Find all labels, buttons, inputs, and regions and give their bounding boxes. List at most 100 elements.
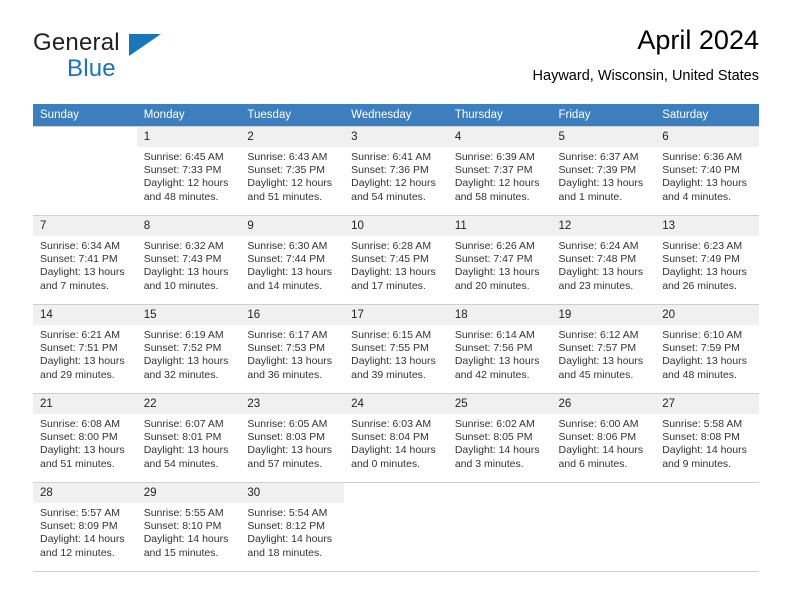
sunset-text: Sunset: 7:57 PM [558,342,637,355]
sunrise-text: Sunrise: 6:07 AM [143,418,224,430]
day-cell[interactable]: 2 Sunrise: 6:43 AM Sunset: 7:35 PM Dayli… [240,126,345,216]
sunrise-text: Sunrise: 6:45 AM [143,151,224,163]
calendar-table: Sunday Monday Tuesday Wednesday Thursday… [33,104,759,572]
day-number: 13 [655,216,759,236]
daylight-text-line1: Daylight: 13 hours [351,355,436,368]
sunrise-text: Sunrise: 6:32 AM [143,240,224,252]
daylight-text-line1: Daylight: 14 hours [662,444,747,457]
day-info: Sunrise: 6:19 AM Sunset: 7:52 PM Dayligh… [137,325,241,382]
day-info: Sunrise: 5:58 AM Sunset: 8:08 PM Dayligh… [655,414,759,471]
sunset-text: Sunset: 8:01 PM [143,431,222,444]
day-cell-empty [655,482,759,572]
weekday-header-friday: Friday [551,104,656,127]
sunset-text: Sunset: 7:36 PM [351,164,429,177]
day-cell[interactable]: 10 Sunrise: 6:28 AM Sunset: 7:45 PM Dayl… [344,215,448,305]
day-number: 30 [240,483,345,503]
day-cell[interactable]: 9 Sunrise: 6:30 AM Sunset: 7:44 PM Dayli… [240,215,345,305]
day-cell[interactable]: 25 Sunrise: 6:02 AM Sunset: 8:05 PM Dayl… [447,393,552,483]
day-number: 1 [136,127,241,147]
daylight-text-line1: Daylight: 13 hours [247,266,333,279]
day-number: 27 [655,394,759,414]
day-cell[interactable]: 22 Sunrise: 6:07 AM Sunset: 8:01 PM Dayl… [136,393,241,483]
sunset-text: Sunset: 7:39 PM [558,164,637,177]
day-number: 24 [344,394,448,414]
sunrise-text: Sunrise: 6:03 AM [351,418,432,430]
sunset-text: Sunset: 8:10 PM [143,520,222,533]
location-subtitle: Hayward, Wisconsin, United States [532,68,759,84]
general-blue-logo[interactable]: General Blue [33,30,263,86]
sunset-text: Sunset: 7:47 PM [454,253,533,266]
day-cell[interactable]: 20 Sunrise: 6:10 AM Sunset: 7:59 PM Dayl… [655,304,759,394]
daylight-text-line1: Daylight: 13 hours [143,444,229,457]
daylight-text-line1: Daylight: 13 hours [247,444,333,457]
daylight-text-line1: Daylight: 12 hours [247,177,333,190]
calendar-grid: Sunday Monday Tuesday Wednesday Thursday… [33,104,759,572]
day-number [655,483,759,503]
day-cell[interactable]: 21 Sunrise: 6:08 AM Sunset: 8:00 PM Dayl… [33,393,137,483]
sunrise-text: Sunrise: 5:55 AM [143,507,224,519]
triangle-icon [129,34,161,56]
sunset-text: Sunset: 7:44 PM [247,253,326,266]
day-cell[interactable]: 5 Sunrise: 6:37 AM Sunset: 7:39 PM Dayli… [551,126,656,216]
day-number: 14 [33,305,137,325]
daylight-text-line2: and 7 minutes. [40,279,109,292]
day-cell[interactable]: 28 Sunrise: 5:57 AM Sunset: 8:09 PM Dayl… [33,482,137,572]
sunset-text: Sunset: 7:35 PM [247,164,326,177]
day-cell[interactable]: 7 Sunrise: 6:34 AM Sunset: 7:41 PM Dayli… [33,215,137,305]
day-cell[interactable]: 17 Sunrise: 6:15 AM Sunset: 7:55 PM Dayl… [344,304,448,394]
sunset-text: Sunset: 7:52 PM [143,342,222,355]
sunset-text: Sunset: 7:41 PM [40,253,118,266]
sunset-text: Sunset: 8:00 PM [40,431,118,444]
day-cell[interactable]: 16 Sunrise: 6:17 AM Sunset: 7:53 PM Dayl… [240,304,345,394]
day-cell[interactable]: 1 Sunrise: 6:45 AM Sunset: 7:33 PM Dayli… [136,126,241,216]
day-cell[interactable]: 18 Sunrise: 6:14 AM Sunset: 7:56 PM Dayl… [447,304,552,394]
sunrise-text: Sunrise: 6:43 AM [247,151,328,163]
daylight-text-line2: and 45 minutes. [558,368,634,381]
sunrise-text: Sunrise: 6:24 AM [558,240,639,252]
day-cell[interactable]: 14 Sunrise: 6:21 AM Sunset: 7:51 PM Dayl… [33,304,137,394]
sunrise-text: Sunrise: 6:34 AM [40,240,120,252]
day-cell[interactable]: 4 Sunrise: 6:39 AM Sunset: 7:37 PM Dayli… [447,126,552,216]
day-info: Sunrise: 6:00 AM Sunset: 8:06 PM Dayligh… [552,414,656,471]
day-info: Sunrise: 6:45 AM Sunset: 7:33 PM Dayligh… [137,147,241,204]
sunset-text: Sunset: 8:06 PM [558,431,637,444]
sunset-text: Sunset: 7:45 PM [351,253,429,266]
day-cell[interactable]: 11 Sunrise: 6:26 AM Sunset: 7:47 PM Dayl… [447,215,552,305]
day-cell[interactable]: 27 Sunrise: 5:58 AM Sunset: 8:08 PM Dayl… [655,393,759,483]
day-cell[interactable]: 8 Sunrise: 6:32 AM Sunset: 7:43 PM Dayli… [136,215,241,305]
sunrise-text: Sunrise: 6:05 AM [247,418,328,430]
day-number: 2 [240,127,345,147]
day-number: 23 [240,394,345,414]
day-cell[interactable]: 24 Sunrise: 6:03 AM Sunset: 8:04 PM Dayl… [344,393,448,483]
sunrise-text: Sunrise: 6:39 AM [454,151,535,163]
day-cell[interactable]: 6 Sunrise: 6:36 AM Sunset: 7:40 PM Dayli… [655,126,759,216]
day-cell[interactable]: 19 Sunrise: 6:12 AM Sunset: 7:57 PM Dayl… [551,304,656,394]
daylight-text-line2: and 57 minutes. [247,457,323,470]
day-cell[interactable]: 3 Sunrise: 6:41 AM Sunset: 7:36 PM Dayli… [344,126,448,216]
day-number [344,483,448,503]
daylight-text-line2: and 51 minutes. [40,457,115,470]
calendar-week-row: 1 Sunrise: 6:45 AM Sunset: 7:33 PM Dayli… [33,126,759,216]
day-cell[interactable]: 13 Sunrise: 6:23 AM Sunset: 7:49 PM Dayl… [655,215,759,305]
day-cell[interactable]: 29 Sunrise: 5:55 AM Sunset: 8:10 PM Dayl… [136,482,241,572]
day-number: 18 [447,305,552,325]
day-cell[interactable]: 30 Sunrise: 5:54 AM Sunset: 8:12 PM Dayl… [240,482,345,572]
day-cell[interactable]: 23 Sunrise: 6:05 AM Sunset: 8:03 PM Dayl… [240,393,345,483]
calendar-week-row: 14 Sunrise: 6:21 AM Sunset: 7:51 PM Dayl… [33,304,759,394]
day-info: Sunrise: 5:57 AM Sunset: 8:09 PM Dayligh… [33,503,137,560]
day-cell[interactable]: 12 Sunrise: 6:24 AM Sunset: 7:48 PM Dayl… [551,215,656,305]
daylight-text-line2: and 4 minutes. [662,190,732,203]
day-cell[interactable]: 15 Sunrise: 6:19 AM Sunset: 7:52 PM Dayl… [136,304,241,394]
daylight-text-line1: Daylight: 13 hours [454,266,540,279]
daylight-text-line2: and 48 minutes. [662,368,737,381]
day-number: 21 [33,394,137,414]
day-cell[interactable]: 26 Sunrise: 6:00 AM Sunset: 8:06 PM Dayl… [551,393,656,483]
sunrise-text: Sunrise: 6:23 AM [662,240,743,252]
daylight-text-line2: and 14 minutes. [247,279,323,292]
daylight-text-line1: Daylight: 13 hours [143,266,229,279]
day-number: 22 [136,394,241,414]
day-number: 6 [655,127,759,147]
sunrise-text: Sunrise: 5:54 AM [247,507,328,519]
sunset-text: Sunset: 7:37 PM [454,164,533,177]
sunrise-text: Sunrise: 5:58 AM [662,418,743,430]
